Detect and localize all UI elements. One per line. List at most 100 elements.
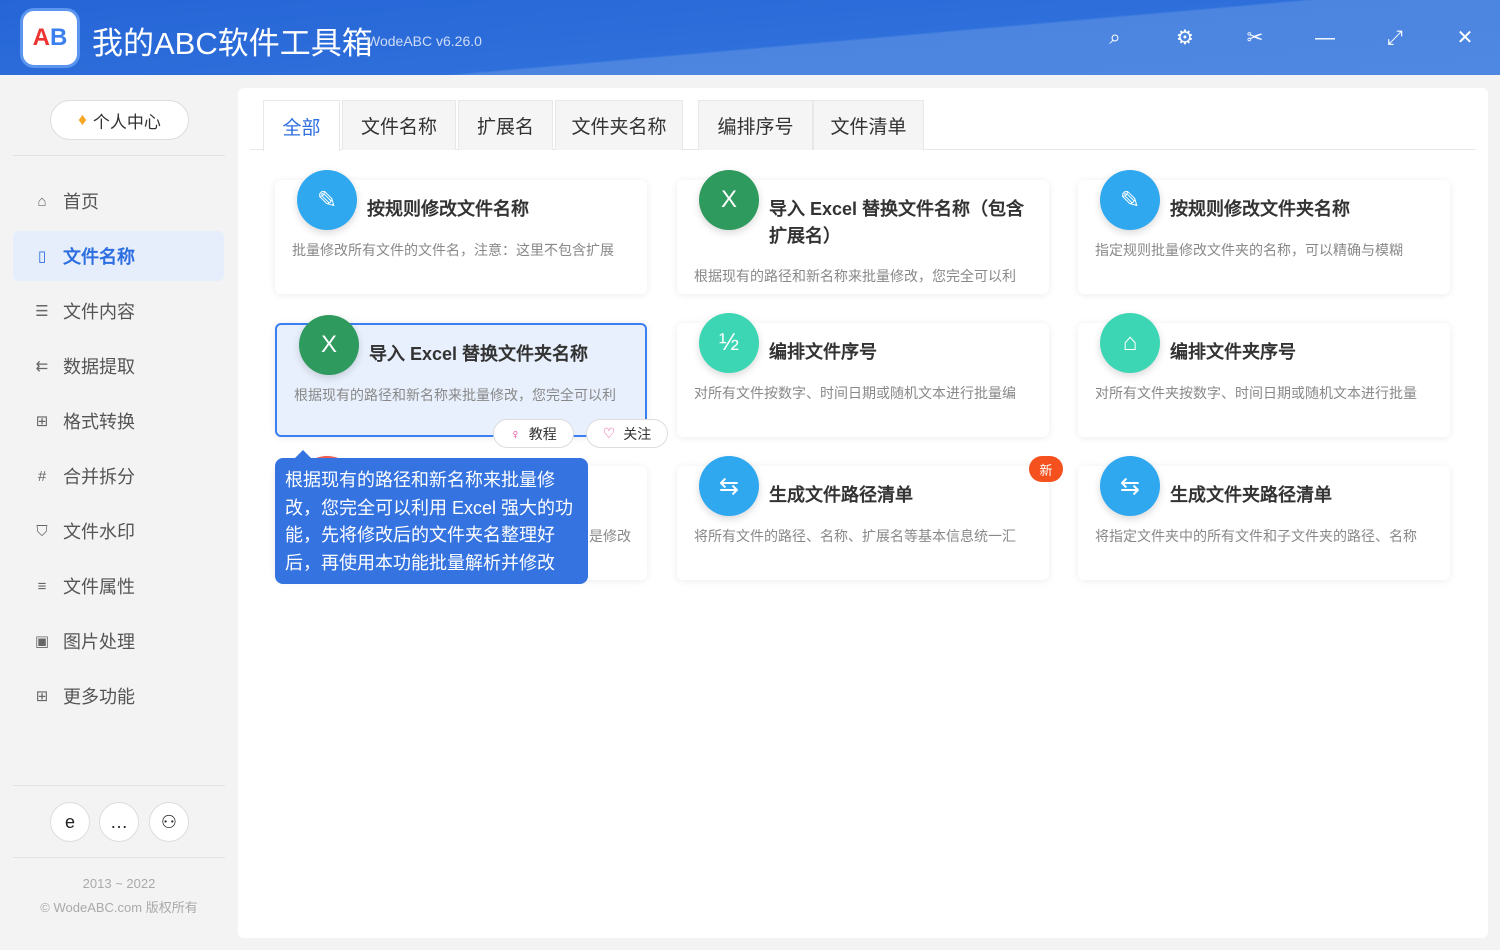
card-title: 生成文件夹路径清单: [1170, 485, 1332, 505]
card-description: 根据现有的路径和新名称来批量修改，您完全可以利: [694, 268, 1016, 284]
tool-card[interactable]: ✎ 按规则修改文件夹名称 指定规则批量修改文件夹的名称，可以精确与模糊: [1078, 170, 1450, 294]
tool-card[interactable]: ⌂ 编排文件夹序号 对所有文件夹按数字、时间日期或随机文本进行批量: [1078, 313, 1450, 437]
tab-bar: 全部 文件名称 扩展名 文件夹名称 编排序号 文件清单: [250, 100, 1476, 151]
maximize-icon[interactable]: ⤢: [1383, 26, 1407, 50]
tutorial-button[interactable]: ♀ 教程: [493, 419, 574, 448]
close-icon[interactable]: ✕: [1453, 26, 1477, 50]
file-icon: ▯: [37, 248, 47, 265]
tab-2[interactable]: 扩展名: [458, 100, 553, 150]
tool-icon: X: [699, 170, 759, 230]
lightbulb-icon: ♀: [510, 425, 521, 442]
tool-card[interactable]: ✎ 按规则修改文件名称 批量修改所有文件的文件名，注意：这里不包含扩展: [275, 170, 647, 294]
properties-icon: ≡: [37, 577, 47, 595]
tool-icon: ✎: [297, 170, 357, 230]
profile-button[interactable]: ♦ 个人中心: [50, 100, 189, 140]
tool-icon: X: [299, 315, 359, 375]
card-title: 导入 Excel 替换文件夹名称: [369, 344, 589, 364]
scissors-icon[interactable]: ✂: [1243, 26, 1267, 50]
tool-card[interactable]: ⇆ 生成文件路径清单 将所有文件的路径、名称、扩展名等基本信息统一汇 新: [677, 456, 1063, 580]
sidebar-item-label: 文件内容: [63, 302, 135, 322]
browser-icon[interactable]: e: [50, 802, 90, 842]
card-description: 对所有文件按数字、时间日期或随机文本进行批量编: [694, 385, 1016, 401]
card-title: 按规则修改文件名称: [367, 199, 529, 219]
sidebar-item-label: 更多功能: [63, 687, 135, 707]
sidebar-item-label: 首页: [63, 192, 99, 212]
new-badge: 新: [1029, 456, 1063, 482]
tutorial-label: 教程: [528, 425, 557, 442]
grid-icon: ⊞: [35, 688, 49, 705]
card-description: 根据现有的路径和新名称来批量修改，您完全可以利: [294, 387, 616, 403]
card-description: 将所有文件的路径、名称、扩展名等基本信息统一汇: [694, 528, 1016, 544]
divider: [13, 857, 225, 858]
tab-0[interactable]: 全部: [263, 100, 340, 151]
copyright-text: © WodeABC.com 版权所有: [40, 900, 198, 915]
card-description: 指定规则批量修改文件夹的名称，可以精确与模糊: [1095, 242, 1403, 258]
diamond-icon: ♦: [78, 110, 87, 129]
divider: [13, 785, 225, 786]
tool-icon: ✎: [1100, 170, 1160, 230]
tool-icon: ⇆: [699, 456, 759, 516]
share-icon[interactable]: ⚇: [149, 802, 189, 842]
tool-card[interactable]: X 导入 Excel 替换文件名称（包含扩展名） 根据现有的路径和新名称来批量修…: [677, 170, 1049, 294]
copyright-years: 2013 ~ 2022: [82, 876, 156, 891]
home-icon: ⌂: [37, 192, 47, 210]
heart-icon: ♡: [602, 425, 616, 441]
app-title: 我的ABC软件工具箱: [92, 26, 373, 61]
sidebar-item-label: 文件水印: [63, 522, 135, 542]
sidebar-item-label: 合并拆分: [63, 467, 135, 487]
card-title: 按规则修改文件夹名称: [1170, 199, 1350, 219]
card-description: 对所有文件夹按数字、时间日期或随机文本进行批量: [1095, 385, 1417, 401]
sidebar-item-0[interactable]: ⌂ 首页: [13, 176, 224, 226]
extract-icon: ⇇: [35, 358, 49, 375]
sidebar-item-label: 文件属性: [63, 577, 135, 597]
sidebar-item-1[interactable]: ▯ 文件名称: [13, 231, 224, 281]
image-icon: ▣: [34, 633, 50, 650]
tooltip: 根据现有的路径和新名称来批量修改，您完全可以利用 Excel 强大的功能，先将修…: [275, 450, 588, 584]
tab-3[interactable]: 文件夹名称: [555, 100, 683, 150]
tab-4[interactable]: 编排序号: [698, 100, 813, 150]
sidebar-item-2[interactable]: ☰ 文件内容: [13, 286, 224, 336]
list-icon: ☰: [35, 303, 49, 320]
shield-icon: ⛉: [36, 522, 48, 540]
tool-card[interactable]: ⇆ 生成文件夹路径清单 将指定文件夹中的所有文件和子文件夹的路径、名称: [1078, 456, 1450, 580]
sidebar: ♦ 个人中心 ⌂ 首页 ▯ 文件名称 ☰ 文件内容 ⇇ 数据提取 ⊞ 格式转换 # 合并拆分 ⛉ 文件水印 ≡…: [0, 75, 225, 950]
follow-button[interactable]: ♡ 关注: [586, 419, 668, 448]
sidebar-item-label: 数据提取: [63, 357, 135, 377]
follow-label: 关注: [623, 425, 652, 442]
tool-icon: ⇆: [1100, 456, 1160, 516]
search-icon[interactable]: ⌕: [1103, 26, 1127, 50]
sidebar-item-6[interactable]: ⛉ 文件水印: [13, 506, 224, 556]
gear-icon[interactable]: ⚙: [1173, 26, 1197, 50]
tool-icon: ⌂: [1100, 313, 1160, 373]
sidebar-item-label: 格式转换: [63, 412, 135, 432]
sidebar-item-label: 文件名称: [63, 247, 135, 267]
tool-card[interactable]: ½ 编排文件序号 对所有文件按数字、时间日期或随机文本进行批量编: [677, 313, 1049, 437]
tab-5[interactable]: 文件清单: [813, 100, 924, 150]
divider: [13, 155, 225, 156]
tool-card[interactable]: X 导入 Excel 替换文件夹名称 根据现有的路径和新名称来批量修改，您完全可…: [275, 315, 647, 437]
minimize-icon[interactable]: —: [1313, 26, 1337, 50]
main-panel: 全部 文件名称 扩展名 文件夹名称 编排序号 文件清单 ✎ 按规则修改文件名称 批量修改所…: [238, 88, 1488, 938]
card-title: 编排文件夹序号: [1170, 342, 1296, 362]
hash-icon: #: [37, 467, 47, 485]
sidebar-item-7[interactable]: ≡ 文件属性: [13, 561, 224, 611]
sidebar-item-4[interactable]: ⊞ 格式转换: [13, 396, 224, 446]
title-bar: AB 我的ABC软件工具箱 WodeABC v6.26.0 ⌕ ⚙ ✂ — ⤢ …: [0, 0, 1500, 75]
card-description: 将指定文件夹中的所有文件和子文件夹的路径、名称: [1095, 528, 1417, 544]
sidebar-item-5[interactable]: # 合并拆分: [13, 451, 224, 501]
card-title: 编排文件序号: [769, 342, 877, 362]
sidebar-item-3[interactable]: ⇇ 数据提取: [13, 341, 224, 391]
sidebar-item-label: 图片处理: [63, 632, 135, 652]
tool-icon: ½: [699, 313, 759, 373]
sidebar-item-8[interactable]: ▣ 图片处理: [13, 616, 224, 666]
card-title: 导入 Excel 替换文件名称（包含扩展名）: [769, 199, 1025, 246]
chat-icon[interactable]: …: [99, 802, 139, 842]
sidebar-item-9[interactable]: ⊞ 更多功能: [13, 671, 224, 721]
convert-icon: ⊞: [35, 413, 49, 430]
app-version: WodeABC v6.26.0: [367, 33, 482, 49]
app-logo: AB: [20, 8, 80, 68]
tab-1[interactable]: 文件名称: [342, 100, 456, 150]
profile-label: 个人中心: [92, 112, 161, 132]
card-description: 批量修改所有文件的文件名，注意：这里不包含扩展: [292, 242, 614, 258]
card-title: 生成文件路径清单: [769, 485, 913, 505]
